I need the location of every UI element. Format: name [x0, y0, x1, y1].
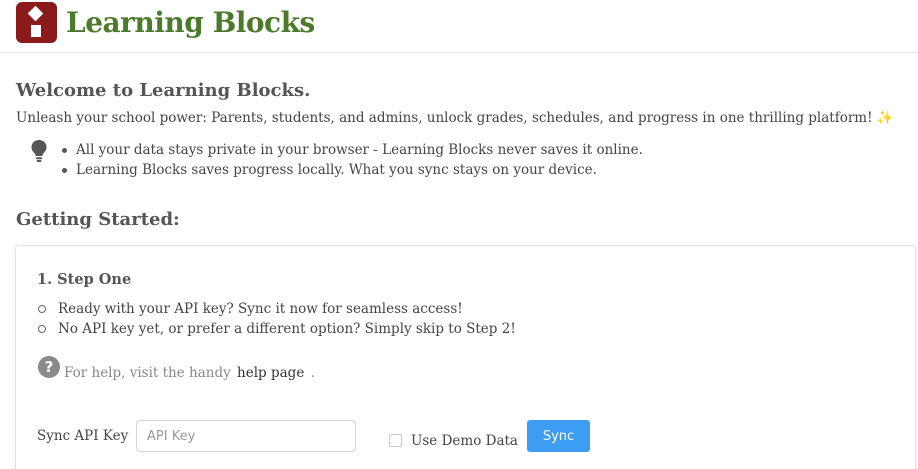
step-instruction: No API key yet, or prefer a different op… [37, 319, 516, 339]
brand-name[interactable]: Learning Blocks [66, 4, 315, 42]
welcome-subtitle-text: Unleash your school power: Parents, stud… [16, 110, 873, 126]
question-circle-icon: ? [38, 356, 60, 378]
help-suffix: . [310, 365, 315, 381]
app-logo[interactable] [16, 2, 57, 43]
app-header: Learning Blocks [0, 0, 918, 53]
welcome-title: Welcome to Learning Blocks. [16, 80, 311, 101]
privacy-notes: All your data stays private in your brow… [60, 140, 643, 180]
welcome-subtitle: Unleash your school power: Parents, stud… [16, 108, 894, 128]
help-prefix: For help, visit the handy [64, 365, 231, 381]
step-title: 1. Step One [37, 271, 132, 288]
use-demo-data-label[interactable]: Use Demo Data [411, 431, 518, 451]
privacy-note: Learning Blocks saves progress locally. … [60, 160, 643, 180]
sync-button[interactable]: Sync [527, 420, 590, 452]
getting-started-title: Getting Started: [16, 209, 180, 230]
help-page-link[interactable]: help page [237, 365, 304, 381]
logo-block-shape [31, 25, 41, 37]
api-key-label: Sync API Key [37, 428, 129, 444]
logo-diamond-shape [27, 5, 44, 22]
use-demo-data-checkbox[interactable] [389, 434, 402, 447]
help-text: For help, visit the handy help page . [64, 363, 315, 383]
api-key-input[interactable] [136, 420, 356, 452]
step-instruction: Ready with your API key? Sync it now for… [37, 299, 516, 319]
step-instructions: Ready with your API key? Sync it now for… [37, 299, 516, 339]
lightbulb-icon [31, 140, 47, 162]
step-one-card: 1. Step One Ready with your API key? Syn… [15, 245, 916, 469]
sparkle-icon: ✨ [876, 110, 894, 126]
privacy-note: All your data stays private in your brow… [60, 140, 643, 160]
